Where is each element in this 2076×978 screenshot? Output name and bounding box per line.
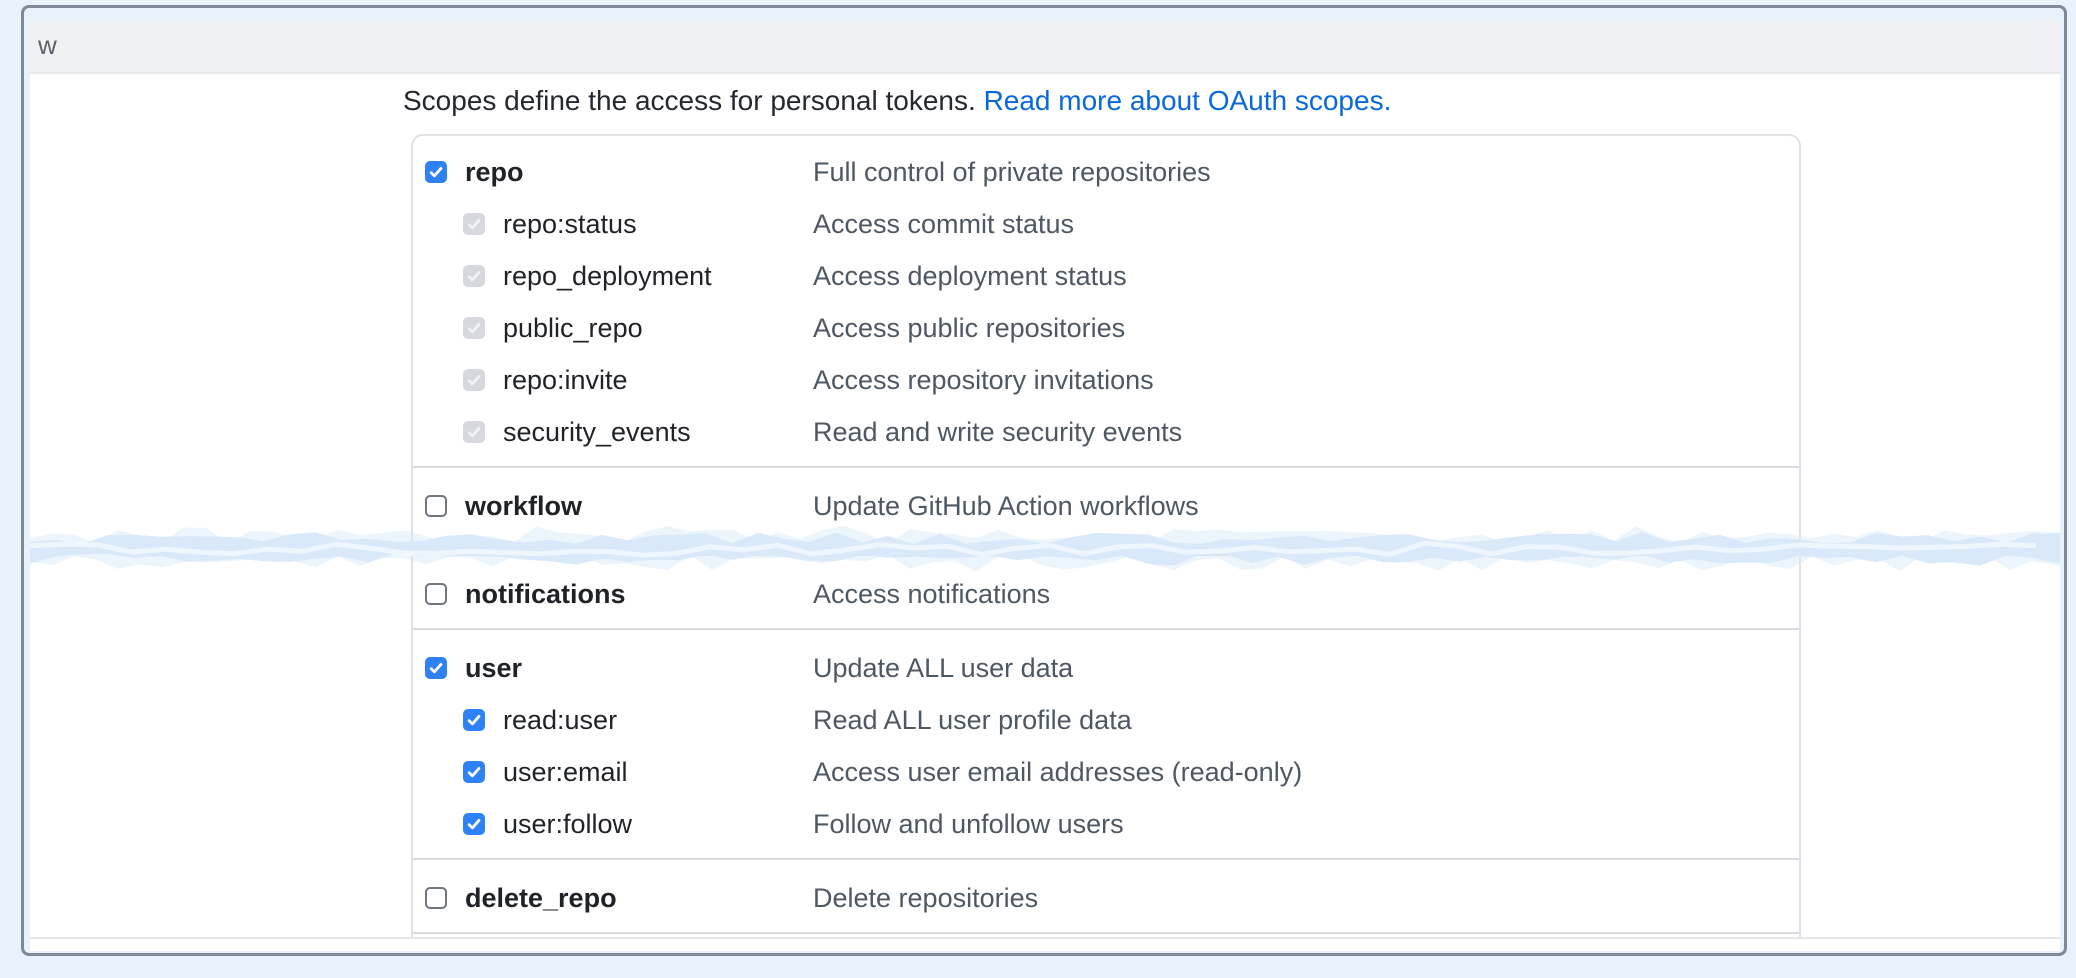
checkbox-workflow[interactable] <box>425 495 447 517</box>
scope-row-repo: repo Full control of private repositories <box>413 146 1799 198</box>
scope-description: Access public repositories <box>813 313 1125 344</box>
scope-description: Access user email addresses (read-only) <box>813 757 1302 788</box>
window-frame: w Scopes define the access for personal … <box>21 5 2067 956</box>
checkbox-read:user[interactable] <box>463 709 485 731</box>
scope-row-notifications: notifications Access notifications <box>413 568 1799 620</box>
scope-row-repo_deployment: repo_deployment Access deployment status <box>413 250 1799 302</box>
checkbox-user:follow[interactable] <box>463 813 485 835</box>
scope-row-repo:status: repo:status Access commit status <box>413 198 1799 250</box>
scope-name: repo_deployment <box>503 261 712 292</box>
scope-description: Follow and unfollow users <box>813 809 1124 840</box>
scope-name: user:follow <box>503 809 632 840</box>
scope-row-public_repo: public_repo Access public repositories <box>413 302 1799 354</box>
scope-description: Access repository invitations <box>813 365 1154 396</box>
scope-name: public_repo <box>503 313 643 344</box>
scope-row-security_events: security_events Read and write security e… <box>413 406 1799 458</box>
scope-description: Update ALL user data <box>813 653 1073 684</box>
checkbox-repo:status <box>463 213 485 235</box>
scope-row-delete_repo: delete_repo Delete repositories <box>413 872 1799 924</box>
scope-row-user:email: user:email Access user email addresses (r… <box>413 746 1799 798</box>
scope-description: Delete repositories <box>813 883 1038 914</box>
scopes-intro-text: Scopes define the access for personal to… <box>403 85 984 116</box>
scope-name: repo:invite <box>503 365 628 396</box>
checkbox-repo:invite <box>463 369 485 391</box>
scope-description: Update GitHub Action workflows <box>813 491 1199 522</box>
checkbox-public_repo <box>463 317 485 339</box>
scopes-intro: Scopes define the access for personal to… <box>403 85 1391 117</box>
note-input[interactable]: w <box>30 19 2060 74</box>
scope-description: Read ALL user profile data <box>813 705 1132 736</box>
scope-name: read:user <box>503 705 617 736</box>
scope-name: repo:status <box>503 209 637 240</box>
scope-name: delete_repo <box>465 883 617 914</box>
scope-row-user:follow: user:follow Follow and unfollow users <box>413 798 1799 850</box>
scope-row-read:user: read:user Read ALL user profile data <box>413 694 1799 746</box>
checkbox-user[interactable] <box>425 657 447 679</box>
page-bottom-divider <box>30 937 2060 939</box>
scope-description: Full control of private repositories <box>813 157 1211 188</box>
note-input-value: w <box>38 30 57 61</box>
scope-name: workflow <box>465 491 582 522</box>
checkbox-repo[interactable] <box>425 161 447 183</box>
scope-row-repo:invite: repo:invite Access repository invitations <box>413 354 1799 406</box>
scope-name: user:email <box>503 757 628 788</box>
scope-group-user: user Update ALL user data read:user Read AL… <box>413 628 1799 858</box>
scope-name: notifications <box>465 579 626 610</box>
scope-name: user <box>465 653 522 684</box>
scope-description: Access commit status <box>813 209 1074 240</box>
checkbox-notifications[interactable] <box>425 583 447 605</box>
oauth-scopes-link[interactable]: Read more about OAuth scopes. <box>984 85 1392 116</box>
scope-description: Read and write security events <box>813 417 1182 448</box>
checkbox-delete_repo[interactable] <box>425 887 447 909</box>
checkbox-security_events <box>463 421 485 443</box>
scope-description: Access notifications <box>813 579 1050 610</box>
checkbox-user:email[interactable] <box>463 761 485 783</box>
scope-description: Access deployment status <box>813 261 1127 292</box>
scope-group-repo: repo Full control of private repositories… <box>413 136 1799 466</box>
scope-group-delete_repo: delete_repo Delete repositories <box>413 858 1799 932</box>
scope-row-user: user Update ALL user data <box>413 642 1799 694</box>
torn-edge-band <box>30 525 2060 573</box>
page: w Scopes define the access for personal … <box>30 19 2060 951</box>
scope-name: security_events <box>503 417 691 448</box>
scope-name: repo <box>465 157 524 188</box>
checkbox-repo_deployment <box>463 265 485 287</box>
